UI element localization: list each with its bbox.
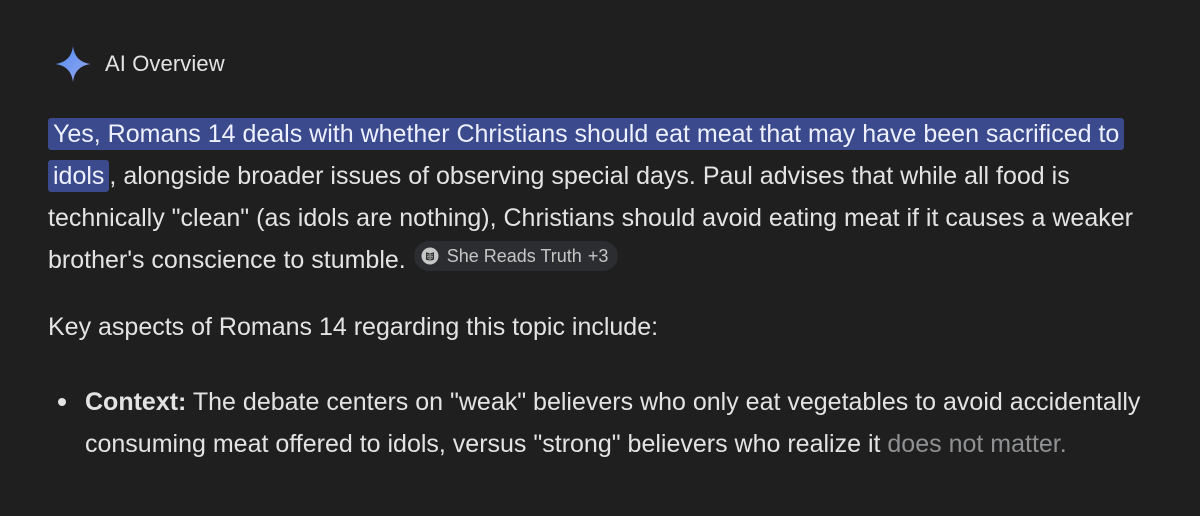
source-chip[interactable]: She Reads Truth +3 — [413, 241, 619, 271]
ai-overview-title: AI Overview — [105, 51, 225, 76]
sparkle-icon — [54, 45, 92, 83]
bullet-text-faded: does not matter. — [887, 430, 1067, 458]
ai-overview-panel: AI Overview Yes, Romans 14 deals with wh… — [0, 0, 1200, 516]
list-item: Context: The debate centers on "weak" be… — [48, 381, 1168, 465]
ai-overview-header: AI Overview — [54, 44, 225, 84]
overview-paragraph: Yes, Romans 14 deals with whether Christ… — [48, 113, 1168, 281]
bullet-dot — [58, 398, 66, 406]
key-aspects-intro: Key aspects of Romans 14 regarding this … — [48, 313, 659, 341]
key-aspects-list: Context: The debate centers on "weak" be… — [48, 381, 1168, 465]
book-icon — [421, 247, 439, 265]
source-chip-label: She Reads Truth — [446, 246, 582, 266]
bullet-label: Context: — [85, 388, 187, 416]
source-chip-count: +3 — [587, 246, 609, 266]
